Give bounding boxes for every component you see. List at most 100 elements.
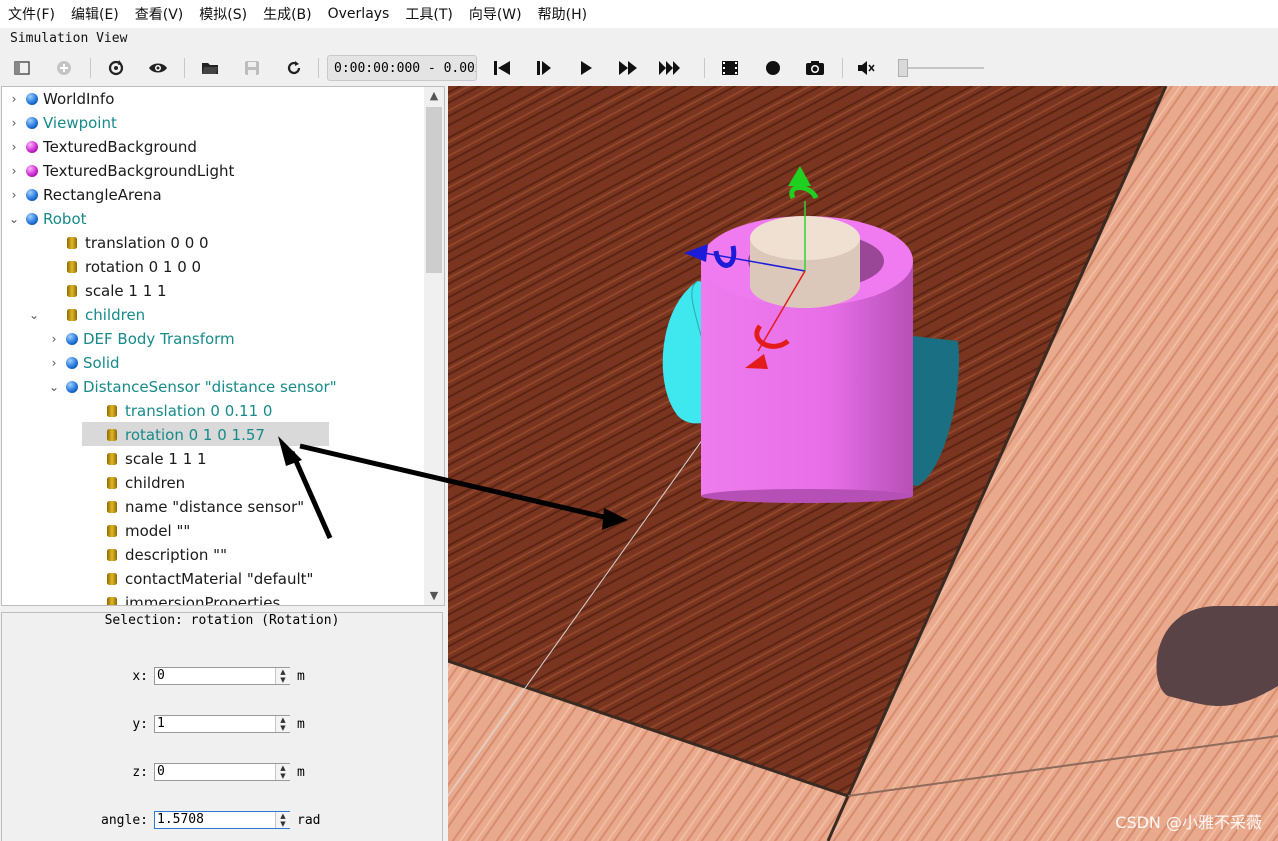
- record-animation-icon[interactable]: [761, 56, 785, 80]
- mute-icon[interactable]: [854, 56, 878, 80]
- menu-file[interactable]: 文件(F): [0, 4, 63, 24]
- tree-row[interactable]: rotation 0 1 0 0: [2, 255, 422, 279]
- tree-row[interactable]: ⌄ Robot: [2, 207, 422, 231]
- record-movie-icon[interactable]: [718, 56, 742, 80]
- expand-arrow-icon[interactable]: ›: [8, 111, 20, 135]
- scrollbar-thumb[interactable]: [426, 107, 442, 273]
- tree-row-label: scale 1 1 1: [125, 450, 207, 468]
- step-back-icon[interactable]: [490, 56, 514, 80]
- tree-row[interactable]: name "distance sensor": [2, 495, 422, 519]
- volume-slider[interactable]: [898, 58, 984, 78]
- field-editor: Selection: rotation (Rotation) x: 0 ▲ ▼ m…: [1, 612, 443, 841]
- volume-slider-handle[interactable]: [898, 59, 908, 77]
- tree-row[interactable]: children: [2, 471, 422, 495]
- menu-simulation[interactable]: 模拟(S): [191, 4, 255, 24]
- expand-arrow-icon[interactable]: ›: [48, 327, 60, 351]
- 3d-viewport[interactable]: CSDN @小雅不采薇: [448, 86, 1278, 841]
- fastest-forward-icon[interactable]: [658, 56, 682, 80]
- field-cylinder-icon: [107, 405, 117, 417]
- save-icon[interactable]: [240, 56, 264, 80]
- expand-arrow-icon[interactable]: ›: [8, 159, 20, 183]
- blue-sphere-icon: [66, 333, 78, 345]
- tree-row-label: Viewpoint: [43, 114, 117, 132]
- angle-unit: rad: [297, 813, 321, 828]
- tree-row[interactable]: › DEF Body Transform: [2, 327, 422, 351]
- add-node-icon[interactable]: [52, 56, 76, 80]
- menu-help[interactable]: 帮助(H): [530, 4, 595, 24]
- tree-row[interactable]: › TexturedBackgroundLight: [2, 159, 422, 183]
- tree-row[interactable]: model "": [2, 519, 422, 543]
- eye-icon[interactable]: [146, 56, 170, 80]
- x-unit: m: [297, 669, 305, 684]
- tree-row-label: children: [85, 306, 146, 324]
- collapse-arrow-icon[interactable]: ⌄: [48, 375, 60, 399]
- tree-row[interactable]: contactMaterial "default": [2, 567, 422, 591]
- tree-row[interactable]: description "": [2, 543, 422, 567]
- menu-edit[interactable]: 编辑(E): [63, 4, 127, 24]
- tree-row[interactable]: scale 1 1 1: [2, 279, 422, 303]
- scroll-down-icon[interactable]: ▼: [424, 587, 444, 605]
- y-field[interactable]: 1: [154, 715, 290, 733]
- tree-row[interactable]: ⌄ DistanceSensor "distance sensor": [2, 375, 422, 399]
- tree-row[interactable]: scale 1 1 1: [2, 447, 422, 471]
- expand-arrow-icon[interactable]: ›: [8, 135, 20, 159]
- play-icon[interactable]: [574, 56, 598, 80]
- collapse-arrow-icon[interactable]: ⌄: [28, 303, 40, 327]
- field-cylinder-icon: [107, 549, 117, 561]
- tree-row-label: name "distance sensor": [125, 498, 305, 516]
- y-spinner-icon[interactable]: ▲ ▼: [275, 716, 290, 732]
- tree-row[interactable]: translation 0 0 0: [2, 231, 422, 255]
- collapse-arrow-icon[interactable]: ⌄: [8, 207, 20, 231]
- tree-row[interactable]: › RectangleArena: [2, 183, 422, 207]
- purple-sphere-icon: [26, 165, 38, 177]
- step-forward-icon[interactable]: [532, 56, 556, 80]
- scene-tree[interactable]: › WorldInfo › Viewpoint › TexturedBackground ›…: [1, 86, 445, 606]
- tree-row-label: rotation 0 1 0 1.57: [125, 426, 265, 444]
- expand-arrow-icon[interactable]: ›: [48, 351, 60, 375]
- menu-build[interactable]: 生成(B): [255, 4, 320, 24]
- tree-row[interactable]: immersionProperties: [2, 591, 422, 606]
- tree-row[interactable]: › Viewpoint: [2, 111, 422, 135]
- tree-row[interactable]: › WorldInfo: [2, 87, 422, 111]
- tree-row[interactable]: translation 0 0.11 0: [2, 399, 422, 423]
- tree-row-label: WorldInfo: [43, 90, 115, 108]
- menu-overlays[interactable]: Overlays: [320, 6, 398, 22]
- reload-world-icon[interactable]: [104, 56, 128, 80]
- tree-row-label: children: [125, 474, 186, 492]
- z-field[interactable]: 0: [154, 763, 290, 781]
- y-label: y:: [132, 717, 148, 732]
- tree-row-label: rotation 0 1 0 0: [85, 258, 202, 276]
- x-label: x:: [132, 669, 148, 684]
- blue-sphere-icon: [66, 357, 78, 369]
- field-cylinder-icon: [67, 309, 77, 321]
- scroll-up-icon[interactable]: ▲: [424, 87, 444, 105]
- angle-field[interactable]: 1.5708: [154, 811, 290, 829]
- tree-row[interactable]: › TexturedBackground: [2, 135, 422, 159]
- menu-tools[interactable]: 工具(T): [397, 4, 460, 24]
- z-spinner-icon[interactable]: ▲ ▼: [275, 764, 290, 780]
- x-spinner-icon[interactable]: ▲ ▼: [275, 668, 290, 684]
- expand-arrow-icon[interactable]: ›: [8, 87, 20, 111]
- tree-row-label: immersionProperties: [125, 594, 281, 606]
- menu-view[interactable]: 查看(V): [127, 4, 192, 24]
- tree-row-label: TexturedBackground: [43, 138, 197, 156]
- menu-wizards[interactable]: 向导(W): [461, 4, 530, 24]
- expand-arrow-icon[interactable]: ›: [8, 183, 20, 207]
- tree-row[interactable]: › Solid: [2, 351, 422, 375]
- selection-label: Selection: rotation (Rotation): [104, 613, 340, 628]
- tree-row[interactable]: ⌄ children: [2, 303, 422, 327]
- tree-row[interactable]: rotation 0 1 0 1.57: [2, 423, 422, 447]
- angle-spinner-icon[interactable]: ▲ ▼: [275, 812, 290, 828]
- toggle-scene-tree-icon[interactable]: [10, 56, 34, 80]
- tree-scrollbar[interactable]: ▲ ▼: [424, 87, 444, 605]
- open-folder-icon[interactable]: [198, 56, 222, 80]
- tree-row-label: TexturedBackgroundLight: [43, 162, 235, 180]
- tree-row-label: model "": [125, 522, 191, 540]
- x-field[interactable]: 0: [154, 667, 290, 685]
- field-cylinder-icon: [107, 525, 117, 537]
- reset-simulation-icon[interactable]: [282, 56, 306, 80]
- tree-row-label: translation 0 0.11 0: [125, 402, 273, 420]
- fast-forward-icon[interactable]: [616, 56, 640, 80]
- blue-sphere-icon: [26, 189, 38, 201]
- screenshot-camera-icon[interactable]: [803, 56, 827, 80]
